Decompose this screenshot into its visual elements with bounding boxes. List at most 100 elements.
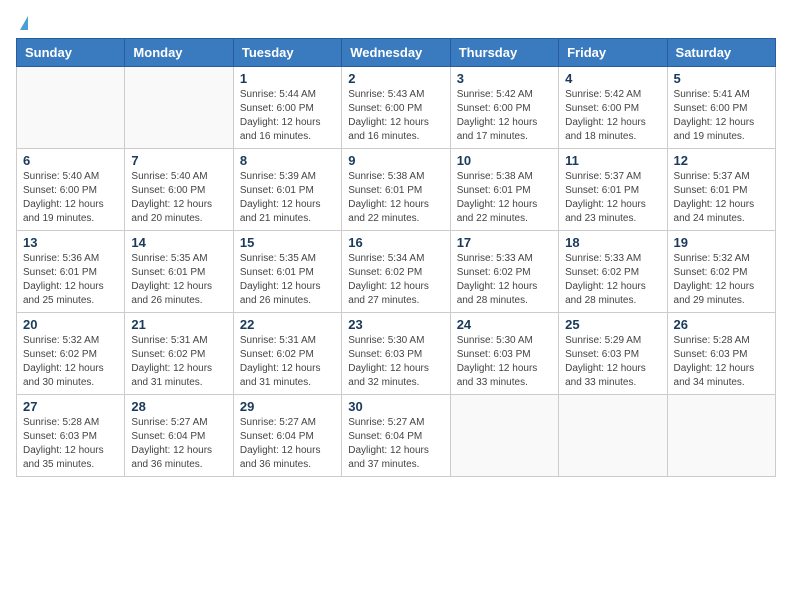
calendar-cell: 23 Sunrise: 5:30 AM Sunset: 6:03 PM Dayl…	[342, 313, 450, 395]
day-number: 26	[674, 317, 769, 332]
day-number: 16	[348, 235, 443, 250]
day-number: 23	[348, 317, 443, 332]
calendar-cell	[559, 395, 667, 477]
calendar-cell: 5 Sunrise: 5:41 AM Sunset: 6:00 PM Dayli…	[667, 67, 775, 149]
calendar-header-saturday: Saturday	[667, 39, 775, 67]
calendar-week-row: 20 Sunrise: 5:32 AM Sunset: 6:02 PM Dayl…	[17, 313, 776, 395]
calendar-cell: 8 Sunrise: 5:39 AM Sunset: 6:01 PM Dayli…	[233, 149, 341, 231]
calendar-cell: 19 Sunrise: 5:32 AM Sunset: 6:02 PM Dayl…	[667, 231, 775, 313]
calendar-cell: 1 Sunrise: 5:44 AM Sunset: 6:00 PM Dayli…	[233, 67, 341, 149]
day-info: Sunrise: 5:38 AM Sunset: 6:01 PM Dayligh…	[457, 170, 552, 226]
logo	[16, 16, 28, 26]
day-info: Sunrise: 5:31 AM Sunset: 6:02 PM Dayligh…	[240, 334, 335, 390]
day-number: 10	[457, 153, 552, 168]
calendar-cell: 10 Sunrise: 5:38 AM Sunset: 6:01 PM Dayl…	[450, 149, 558, 231]
calendar-header-sunday: Sunday	[17, 39, 125, 67]
page-header	[16, 16, 776, 26]
day-number: 5	[674, 71, 769, 86]
day-info: Sunrise: 5:37 AM Sunset: 6:01 PM Dayligh…	[565, 170, 660, 226]
day-info: Sunrise: 5:27 AM Sunset: 6:04 PM Dayligh…	[348, 416, 443, 472]
calendar-cell: 3 Sunrise: 5:42 AM Sunset: 6:00 PM Dayli…	[450, 67, 558, 149]
day-info: Sunrise: 5:32 AM Sunset: 6:02 PM Dayligh…	[23, 334, 118, 390]
day-info: Sunrise: 5:29 AM Sunset: 6:03 PM Dayligh…	[565, 334, 660, 390]
day-info: Sunrise: 5:34 AM Sunset: 6:02 PM Dayligh…	[348, 252, 443, 308]
day-number: 6	[23, 153, 118, 168]
day-number: 9	[348, 153, 443, 168]
day-number: 28	[131, 399, 226, 414]
day-info: Sunrise: 5:28 AM Sunset: 6:03 PM Dayligh…	[674, 334, 769, 390]
day-number: 7	[131, 153, 226, 168]
day-info: Sunrise: 5:37 AM Sunset: 6:01 PM Dayligh…	[674, 170, 769, 226]
day-number: 24	[457, 317, 552, 332]
day-info: Sunrise: 5:27 AM Sunset: 6:04 PM Dayligh…	[131, 416, 226, 472]
day-info: Sunrise: 5:35 AM Sunset: 6:01 PM Dayligh…	[131, 252, 226, 308]
calendar-header-friday: Friday	[559, 39, 667, 67]
calendar-cell: 30 Sunrise: 5:27 AM Sunset: 6:04 PM Dayl…	[342, 395, 450, 477]
day-number: 30	[348, 399, 443, 414]
day-info: Sunrise: 5:40 AM Sunset: 6:00 PM Dayligh…	[23, 170, 118, 226]
calendar-cell: 15 Sunrise: 5:35 AM Sunset: 6:01 PM Dayl…	[233, 231, 341, 313]
calendar-cell: 4 Sunrise: 5:42 AM Sunset: 6:00 PM Dayli…	[559, 67, 667, 149]
calendar-cell	[17, 67, 125, 149]
day-info: Sunrise: 5:42 AM Sunset: 6:00 PM Dayligh…	[565, 88, 660, 144]
calendar-header-wednesday: Wednesday	[342, 39, 450, 67]
day-info: Sunrise: 5:40 AM Sunset: 6:00 PM Dayligh…	[131, 170, 226, 226]
day-info: Sunrise: 5:33 AM Sunset: 6:02 PM Dayligh…	[457, 252, 552, 308]
calendar-cell: 22 Sunrise: 5:31 AM Sunset: 6:02 PM Dayl…	[233, 313, 341, 395]
day-info: Sunrise: 5:39 AM Sunset: 6:01 PM Dayligh…	[240, 170, 335, 226]
calendar-cell	[125, 67, 233, 149]
day-info: Sunrise: 5:31 AM Sunset: 6:02 PM Dayligh…	[131, 334, 226, 390]
day-info: Sunrise: 5:38 AM Sunset: 6:01 PM Dayligh…	[348, 170, 443, 226]
day-number: 15	[240, 235, 335, 250]
calendar-cell: 28 Sunrise: 5:27 AM Sunset: 6:04 PM Dayl…	[125, 395, 233, 477]
calendar-header-tuesday: Tuesday	[233, 39, 341, 67]
calendar-cell: 6 Sunrise: 5:40 AM Sunset: 6:00 PM Dayli…	[17, 149, 125, 231]
day-number: 27	[23, 399, 118, 414]
logo-triangle-icon	[20, 16, 28, 30]
day-info: Sunrise: 5:30 AM Sunset: 6:03 PM Dayligh…	[457, 334, 552, 390]
calendar-cell: 2 Sunrise: 5:43 AM Sunset: 6:00 PM Dayli…	[342, 67, 450, 149]
calendar-cell: 21 Sunrise: 5:31 AM Sunset: 6:02 PM Dayl…	[125, 313, 233, 395]
day-number: 13	[23, 235, 118, 250]
day-number: 17	[457, 235, 552, 250]
day-info: Sunrise: 5:35 AM Sunset: 6:01 PM Dayligh…	[240, 252, 335, 308]
day-number: 11	[565, 153, 660, 168]
day-number: 1	[240, 71, 335, 86]
day-number: 21	[131, 317, 226, 332]
calendar-cell: 17 Sunrise: 5:33 AM Sunset: 6:02 PM Dayl…	[450, 231, 558, 313]
calendar-cell: 25 Sunrise: 5:29 AM Sunset: 6:03 PM Dayl…	[559, 313, 667, 395]
day-number: 20	[23, 317, 118, 332]
day-number: 19	[674, 235, 769, 250]
day-info: Sunrise: 5:28 AM Sunset: 6:03 PM Dayligh…	[23, 416, 118, 472]
day-number: 14	[131, 235, 226, 250]
calendar-cell: 11 Sunrise: 5:37 AM Sunset: 6:01 PM Dayl…	[559, 149, 667, 231]
calendar-header-thursday: Thursday	[450, 39, 558, 67]
day-number: 2	[348, 71, 443, 86]
day-number: 4	[565, 71, 660, 86]
calendar-week-row: 13 Sunrise: 5:36 AM Sunset: 6:01 PM Dayl…	[17, 231, 776, 313]
day-number: 22	[240, 317, 335, 332]
day-info: Sunrise: 5:30 AM Sunset: 6:03 PM Dayligh…	[348, 334, 443, 390]
calendar-cell: 13 Sunrise: 5:36 AM Sunset: 6:01 PM Dayl…	[17, 231, 125, 313]
calendar-cell: 26 Sunrise: 5:28 AM Sunset: 6:03 PM Dayl…	[667, 313, 775, 395]
calendar-cell	[450, 395, 558, 477]
day-number: 18	[565, 235, 660, 250]
day-info: Sunrise: 5:36 AM Sunset: 6:01 PM Dayligh…	[23, 252, 118, 308]
day-number: 8	[240, 153, 335, 168]
calendar-cell: 12 Sunrise: 5:37 AM Sunset: 6:01 PM Dayl…	[667, 149, 775, 231]
calendar-cell: 29 Sunrise: 5:27 AM Sunset: 6:04 PM Dayl…	[233, 395, 341, 477]
calendar-cell: 14 Sunrise: 5:35 AM Sunset: 6:01 PM Dayl…	[125, 231, 233, 313]
calendar-cell: 27 Sunrise: 5:28 AM Sunset: 6:03 PM Dayl…	[17, 395, 125, 477]
day-info: Sunrise: 5:42 AM Sunset: 6:00 PM Dayligh…	[457, 88, 552, 144]
calendar-cell: 24 Sunrise: 5:30 AM Sunset: 6:03 PM Dayl…	[450, 313, 558, 395]
day-number: 3	[457, 71, 552, 86]
day-info: Sunrise: 5:33 AM Sunset: 6:02 PM Dayligh…	[565, 252, 660, 308]
calendar-cell: 16 Sunrise: 5:34 AM Sunset: 6:02 PM Dayl…	[342, 231, 450, 313]
calendar-week-row: 6 Sunrise: 5:40 AM Sunset: 6:00 PM Dayli…	[17, 149, 776, 231]
calendar-week-row: 27 Sunrise: 5:28 AM Sunset: 6:03 PM Dayl…	[17, 395, 776, 477]
day-info: Sunrise: 5:41 AM Sunset: 6:00 PM Dayligh…	[674, 88, 769, 144]
calendar-table: SundayMondayTuesdayWednesdayThursdayFrid…	[16, 38, 776, 477]
day-number: 12	[674, 153, 769, 168]
day-info: Sunrise: 5:43 AM Sunset: 6:00 PM Dayligh…	[348, 88, 443, 144]
day-info: Sunrise: 5:32 AM Sunset: 6:02 PM Dayligh…	[674, 252, 769, 308]
